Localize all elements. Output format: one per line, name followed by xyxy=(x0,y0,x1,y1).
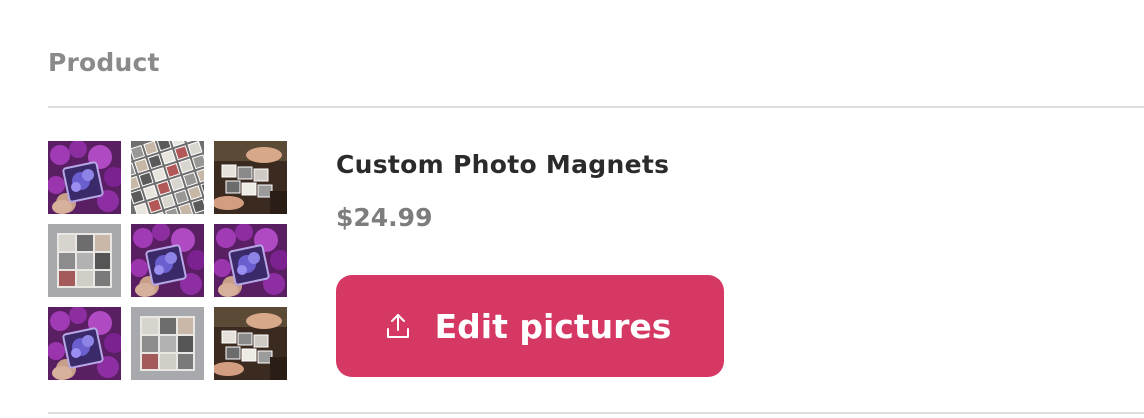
edit-pictures-button[interactable]: Edit pictures xyxy=(336,275,724,377)
product-thumbnail-magnet-collage-on-gray xyxy=(131,307,204,380)
product-price: $24.99 xyxy=(336,203,433,232)
product-thumbnail-hands-arranging-magnets xyxy=(214,307,287,380)
product-thumbnail-magnet-collage-on-gray xyxy=(48,224,121,297)
header-divider xyxy=(48,106,1144,108)
upload-icon xyxy=(383,311,413,341)
edit-pictures-label: Edit pictures xyxy=(434,306,672,346)
product-column-header: Product xyxy=(48,48,160,77)
cart-product-section: Product Custom Photo Magnets $24.99 Edit… xyxy=(0,0,1144,418)
product-name: Custom Photo Magnets xyxy=(336,150,670,179)
row-divider xyxy=(48,412,1144,414)
product-thumbnail-purple-flower-magnet xyxy=(48,141,121,214)
product-thumbnail-purple-flower-magnet xyxy=(48,307,121,380)
product-thumbnail-grid xyxy=(48,141,288,381)
product-thumbnail-purple-flower-magnet xyxy=(131,224,204,297)
product-thumbnail-magnet-grid-collection xyxy=(131,141,204,214)
product-thumbnail-hands-arranging-magnets xyxy=(214,141,287,214)
product-thumbnail-purple-flower-magnet xyxy=(214,224,287,297)
